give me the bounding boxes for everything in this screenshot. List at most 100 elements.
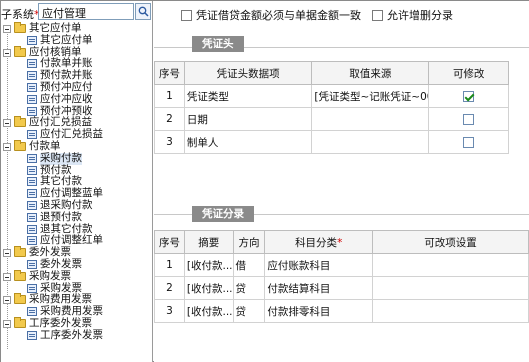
tree-folder-node[interactable]: 采购发票 bbox=[1, 269, 153, 283]
voucher-template-window: 子系统* 应付管理 其它应付单 其它应付单 应付核销单 付款单并账 预付款并账 预付冲应付… bbox=[0, 0, 529, 362]
table-row[interactable]: 1 [收付款... 借 应付账款科目 bbox=[154, 253, 529, 277]
document-icon bbox=[27, 130, 37, 140]
settings-cell[interactable] bbox=[371, 253, 529, 277]
table-row[interactable]: 2 日期 bbox=[154, 107, 509, 131]
document-icon bbox=[27, 212, 37, 222]
tree-document-node[interactable]: 采购付款 bbox=[1, 151, 153, 165]
collapse-toggle-icon[interactable] bbox=[3, 119, 11, 128]
tree-document-node[interactable]: 应付汇兑损益 bbox=[1, 128, 153, 141]
document-icon bbox=[27, 35, 37, 45]
folder-icon bbox=[14, 45, 26, 57]
tree-node-label: 付款单 bbox=[29, 139, 61, 152]
tree-document-node[interactable]: 退采购付款 bbox=[1, 198, 153, 212]
allow-add-delete-option[interactable]: 允许增删分录 bbox=[372, 7, 453, 22]
row-number: 2 bbox=[154, 107, 185, 131]
tree-folder-node[interactable]: 付款单 bbox=[1, 139, 153, 153]
category-cell[interactable]: 付款排零科目 bbox=[264, 299, 373, 323]
tree-node-label: 退采购付款 bbox=[40, 198, 93, 211]
tree-node-label: 采购发票 bbox=[29, 269, 71, 282]
tree-document-node[interactable]: 其它应付单 bbox=[1, 33, 153, 47]
tree-document-node[interactable]: 退预付款 bbox=[1, 211, 153, 224]
document-icon bbox=[27, 106, 37, 116]
row-number: 2 bbox=[154, 276, 185, 300]
col-header: 可修改 bbox=[428, 61, 509, 85]
collapse-toggle-icon[interactable] bbox=[3, 142, 11, 151]
row-number: 1 bbox=[154, 84, 185, 108]
folder-icon bbox=[14, 139, 26, 151]
source-cell[interactable] bbox=[311, 107, 430, 131]
document-icon bbox=[27, 177, 37, 187]
table-row[interactable]: 1 凭证类型 [凭证类型~记账凭证~00... bbox=[154, 84, 509, 108]
col-header: 序号 bbox=[154, 230, 185, 254]
summary-cell[interactable]: [收付款... bbox=[183, 299, 234, 323]
category-cell[interactable]: 付款结算科目 bbox=[264, 276, 373, 300]
table-row[interactable]: 2 [收付款... 贷 付款结算科目 bbox=[154, 276, 529, 300]
settings-cell[interactable] bbox=[371, 276, 529, 300]
tree-node-label: 其它应付单 bbox=[40, 33, 93, 46]
header-item-cell[interactable]: 日期 bbox=[183, 107, 313, 131]
document-icon bbox=[27, 165, 37, 175]
voucher-header-section-title: 凭证头 bbox=[192, 36, 244, 52]
collapse-toggle-icon[interactable] bbox=[3, 25, 11, 33]
voucher-entry-section-title: 凭证分录 bbox=[192, 206, 254, 222]
summary-cell[interactable]: [收付款... bbox=[183, 276, 234, 300]
balance-check-option[interactable]: 凭证借贷金额必须与单据金额一致 bbox=[181, 7, 361, 22]
summary-cell[interactable]: [收付款... bbox=[183, 253, 234, 277]
folder-icon bbox=[14, 293, 26, 305]
left-panel: 子系统* 应付管理 其它应付单 其它应付单 应付核销单 付款单并账 预付款并账 预付冲应付… bbox=[1, 1, 153, 362]
document-icon bbox=[27, 259, 37, 269]
collapse-toggle-icon[interactable] bbox=[3, 296, 11, 305]
col-header: 凭证头数据项 bbox=[183, 61, 313, 85]
category-cell[interactable]: 应付账款科目 bbox=[264, 253, 373, 277]
voucher-header-table: 序号 凭证头数据项 取值来源 可修改 1 凭证类型 [凭证类型~记账凭证~00.… bbox=[154, 61, 509, 154]
collapse-toggle-icon[interactable] bbox=[3, 249, 11, 258]
source-cell[interactable] bbox=[311, 130, 430, 154]
tree-node-label: 采购付款 bbox=[40, 151, 82, 165]
folder-icon bbox=[14, 116, 26, 128]
table-row[interactable]: 3 [收付款... 贷 付款排零科目 bbox=[154, 299, 529, 323]
source-cell[interactable]: [凭证类型~记账凭证~00... bbox=[311, 84, 430, 108]
allow-add-delete-label: 允许增删分录 bbox=[387, 9, 453, 22]
table-header-row: 序号 摘要 方向 科目分类* 可改项设置 bbox=[154, 230, 529, 254]
collapse-toggle-icon[interactable] bbox=[3, 272, 11, 281]
subsystem-label: 子系统* bbox=[1, 6, 40, 22]
settings-cell[interactable] bbox=[371, 299, 529, 323]
tree-document-node[interactable]: 委外发票 bbox=[1, 258, 153, 271]
editable-cell[interactable] bbox=[428, 84, 509, 108]
balance-check-checkbox[interactable] bbox=[181, 10, 192, 21]
tree-document-node[interactable]: 应付冲应收 bbox=[1, 92, 153, 106]
subsystem-input[interactable]: 应付管理 bbox=[38, 3, 134, 20]
row-number: 3 bbox=[154, 130, 185, 154]
table-header-row: 序号 凭证头数据项 取值来源 可修改 bbox=[154, 61, 509, 85]
editable-checkbox[interactable] bbox=[463, 113, 475, 125]
editable-checkbox[interactable] bbox=[463, 136, 475, 148]
col-header: 可改项设置 bbox=[371, 230, 529, 254]
header-item-cell[interactable]: 制单人 bbox=[183, 130, 313, 154]
col-header: 科目分类* bbox=[264, 230, 373, 254]
collapse-toggle-icon[interactable] bbox=[3, 319, 11, 328]
allow-add-delete-checkbox[interactable] bbox=[372, 10, 383, 21]
row-number: 3 bbox=[154, 299, 185, 323]
header-item-cell[interactable]: 凭证类型 bbox=[183, 84, 313, 108]
subsystem-lookup-button[interactable] bbox=[135, 3, 151, 20]
editable-cell[interactable] bbox=[428, 107, 509, 131]
direction-cell[interactable]: 借 bbox=[232, 253, 266, 277]
document-icon bbox=[27, 200, 37, 210]
collapse-toggle-icon[interactable] bbox=[3, 48, 11, 57]
document-icon bbox=[27, 94, 37, 104]
row-number: 1 bbox=[154, 253, 185, 277]
voucher-entry-table: 序号 摘要 方向 科目分类* 可改项设置 1 [收付款... 借 应付账款科目 … bbox=[154, 230, 529, 323]
document-icon bbox=[27, 71, 37, 81]
tree-document-node[interactable]: 工序委外发票 bbox=[1, 329, 153, 342]
table-row[interactable]: 3 制单人 bbox=[154, 130, 509, 154]
tree-node-label: 应付冲应收 bbox=[40, 92, 93, 105]
tree-folder-node[interactable]: 工序委外发票 bbox=[1, 316, 153, 330]
tree-document-node[interactable]: 应付调整红单 bbox=[1, 235, 153, 247]
direction-cell[interactable]: 贷 bbox=[232, 276, 266, 300]
editable-cell[interactable] bbox=[428, 130, 509, 154]
tree-document-node[interactable]: 预付冲应付 bbox=[1, 81, 153, 94]
direction-cell[interactable]: 贷 bbox=[232, 299, 266, 323]
document-icon bbox=[27, 307, 37, 317]
search-icon bbox=[138, 6, 149, 17]
editable-checkbox[interactable] bbox=[463, 90, 475, 102]
